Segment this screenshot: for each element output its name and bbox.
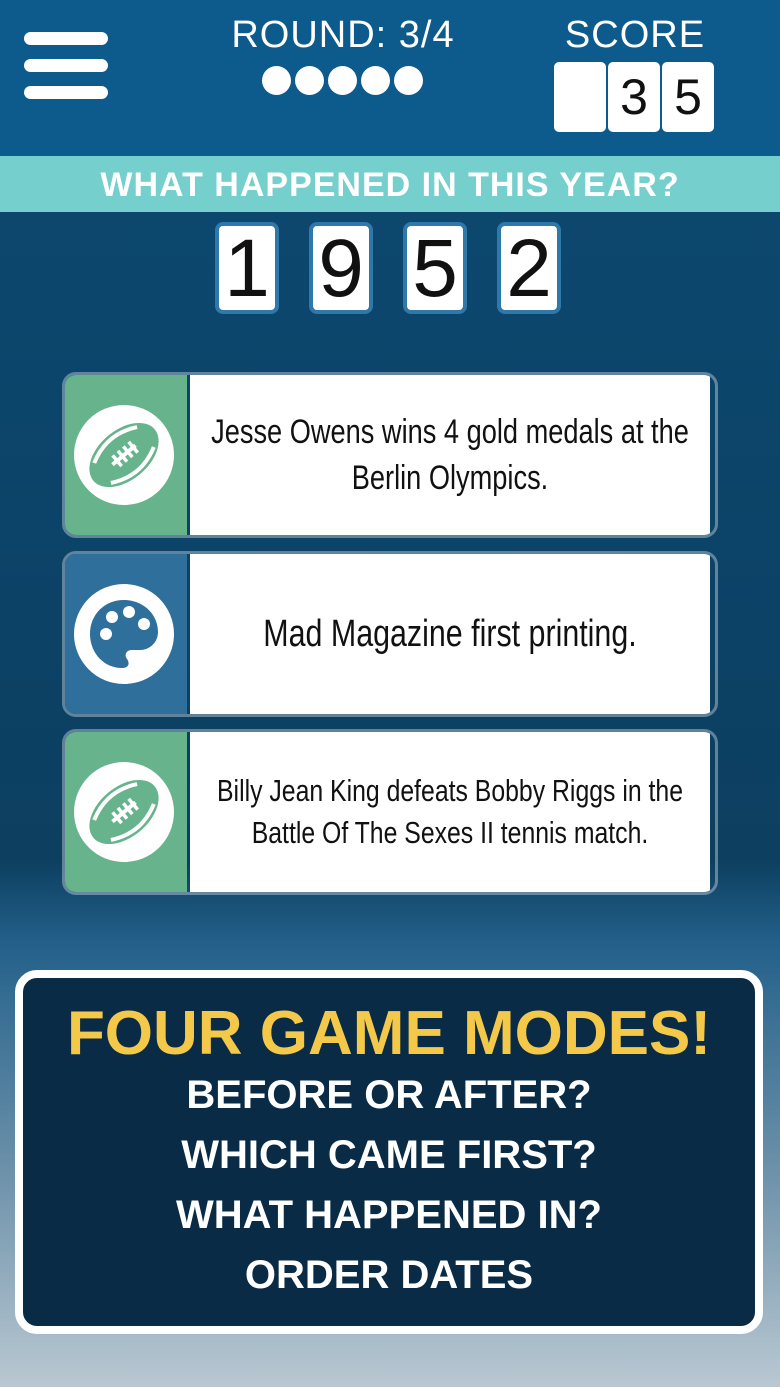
year-digit: 1 (215, 222, 279, 314)
promo-mode-item: WHICH CAME FIRST? (181, 1133, 597, 1177)
round-dot (361, 66, 390, 95)
score-digit (554, 62, 606, 132)
round-dot (295, 66, 324, 95)
football-icon (74, 405, 174, 505)
round-progress (262, 66, 423, 95)
palette-icon (74, 584, 174, 684)
promo-title: FOUR GAME MODES! (66, 999, 712, 1068)
round-dot (328, 66, 357, 95)
option-text: Billy Jean King defeats Bobby Riggs in t… (190, 732, 710, 892)
question-prompt: WHAT HAPPENED IN THIS YEAR? (0, 156, 780, 212)
menu-button[interactable] (24, 32, 108, 100)
answer-option-3[interactable]: Billy Jean King defeats Bobby Riggs in t… (62, 729, 718, 895)
answer-option-2[interactable]: Mad Magazine first printing. (62, 551, 718, 717)
menu-icon-bar (24, 86, 108, 99)
answer-option-1[interactable]: Jesse Owens wins 4 gold medals at the Be… (62, 372, 718, 538)
game-modes-banner: FOUR GAME MODES! BEFORE OR AFTER? WHICH … (15, 970, 763, 1334)
round-dot (262, 66, 291, 95)
round-label: ROUND: 3/4 (231, 14, 455, 56)
option-text: Mad Magazine first printing. (190, 554, 710, 714)
promo-mode-item: BEFORE OR AFTER? (186, 1073, 592, 1117)
year-digit: 2 (497, 222, 561, 314)
menu-icon-bar (24, 59, 108, 72)
round-dot (394, 66, 423, 95)
option-text: Jesse Owens wins 4 gold medals at the Be… (190, 375, 710, 535)
score-label: SCORE (564, 14, 706, 56)
menu-icon-bar (24, 32, 108, 45)
score-digit: 3 (608, 62, 660, 132)
top-bar: ROUND: 3/4 SCORE 3 5 (0, 0, 780, 156)
football-icon (74, 762, 174, 862)
score-display: 3 5 (554, 62, 714, 132)
year-digit: 5 (403, 222, 467, 314)
year-display: 1 9 5 2 (215, 222, 561, 314)
year-digit: 9 (309, 222, 373, 314)
promo-mode-item: ORDER DATES (244, 1253, 534, 1297)
promo-mode-item: WHAT HAPPENED IN? (176, 1193, 602, 1237)
score-digit: 5 (662, 62, 714, 132)
